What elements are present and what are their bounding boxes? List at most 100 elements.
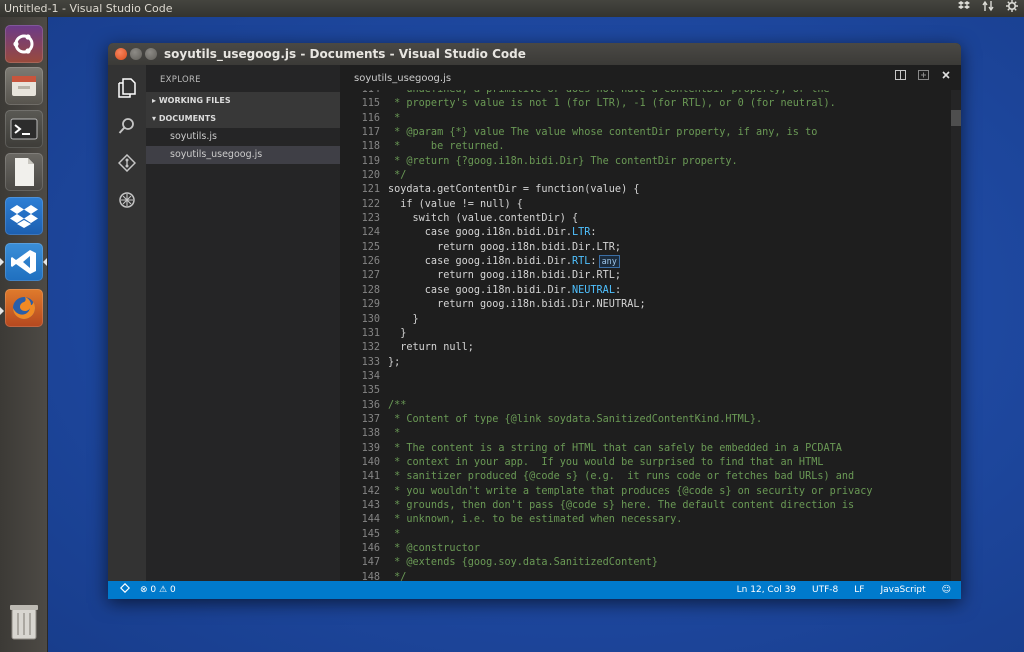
code-editor[interactable]: 114 * undefined, a primitive or does not… — [340, 90, 961, 581]
code-text: return goog.i18n.bidi.Dir.RTL; — [388, 269, 621, 283]
code-text: return null; — [388, 342, 474, 354]
editor-scrollbar[interactable] — [951, 90, 961, 581]
code-text: * property's value is not 1 (for LTR), -… — [388, 97, 836, 111]
explorer-icon[interactable] — [116, 77, 138, 99]
code-line: 115 * property's value is not 1 (for LTR… — [340, 97, 836, 111]
documents-section[interactable]: ▾ DOCUMENTS — [146, 110, 340, 128]
ubuntu-icon[interactable] — [5, 25, 43, 63]
firefox-icon[interactable] — [5, 289, 43, 327]
code-line: 138 * — [340, 427, 401, 441]
code-text: } — [388, 313, 419, 327]
code-text: * sanitizer produced {@code s} (e.g. it … — [388, 471, 855, 483]
active-indicator — [0, 258, 4, 266]
line-number: 118 — [361, 141, 380, 153]
line-number: 115 — [361, 98, 380, 110]
code-line: 123 switch (value.contentDir) { — [340, 212, 579, 226]
dropbox-icon[interactable] — [958, 0, 970, 17]
dropbox-icon[interactable] — [5, 197, 43, 235]
enum-member: RTL — [572, 256, 591, 268]
code-text: * @extends {goog.soy.data.SanitizedConte… — [388, 557, 658, 569]
line-number: 147 — [361, 557, 380, 569]
code-text: case goog.i18n.bidi.Dir. — [388, 284, 573, 296]
code-text: return goog.i18n.bidi.Dir.RTL; — [388, 270, 622, 282]
working-files-section[interactable]: ▸ WORKING FILES — [146, 92, 340, 110]
line-number: 116 — [361, 112, 380, 124]
vscode-icon[interactable] — [5, 243, 43, 281]
code-line: 147 * @extends {goog.soy.data.SanitizedC… — [340, 556, 658, 570]
code-line: 146 * @constructor — [340, 542, 480, 556]
code-text: return goog.i18n.bidi.Dir.NEUTRAL; — [388, 298, 646, 312]
chevron-right-icon: ▸ — [152, 96, 159, 105]
line-number: 139 — [361, 442, 380, 454]
window-maximize-button[interactable] — [145, 48, 157, 60]
close-editor-icon[interactable] — [941, 65, 951, 90]
terminal-icon[interactable] — [5, 110, 43, 148]
line-number: 133 — [361, 356, 380, 368]
open-changes-icon[interactable] — [918, 65, 929, 90]
network-icon[interactable] — [982, 0, 994, 17]
git-branch-icon[interactable] — [119, 581, 131, 599]
code-line: 120 */ — [340, 169, 407, 183]
code-text: }; — [388, 356, 401, 368]
code-text: : — [590, 227, 597, 239]
line-number: 120 — [361, 170, 380, 182]
encoding-selector[interactable]: UTF-8 — [812, 581, 838, 599]
enum-member: LTR — [572, 227, 591, 239]
line-number: 143 — [361, 499, 380, 511]
problems-indicator[interactable]: ⊗ 0 ⚠ 0 — [140, 581, 176, 599]
code-line: 116 * — [340, 112, 401, 126]
activity-bar — [108, 65, 146, 581]
code-text: } — [388, 327, 406, 341]
code-text: * context in your app. If you would be s… — [388, 456, 823, 470]
code-text: }; — [388, 356, 400, 370]
code-text: * @constructor — [388, 543, 481, 554]
code-line: 126 case goog.i18n.bidi.Dir.RTL: any — [340, 255, 620, 269]
window-titlebar[interactable]: soyutils_usegoog.js - Documents - Visual… — [108, 43, 961, 65]
top-panel: Untitled-1 - Visual Studio Code — [0, 0, 1024, 17]
code-text: * — [388, 427, 400, 441]
enum-member: NEUTRAL — [572, 284, 615, 296]
window-minimize-button[interactable] — [130, 48, 142, 60]
split-editor-icon[interactable] — [895, 65, 906, 90]
search-icon[interactable] — [116, 115, 138, 137]
window-title: soyutils_usegoog.js - Documents - Visual… — [164, 47, 526, 61]
files-icon[interactable] — [5, 67, 43, 105]
line-number: 123 — [361, 213, 380, 225]
editor-tab[interactable]: soyutils_usegoog.js — [354, 66, 451, 91]
power-icon[interactable] — [1006, 0, 1018, 17]
code-text: if (value != null) { — [388, 198, 523, 210]
type-hint-badge[interactable]: any — [598, 255, 620, 269]
code-line: 124 case goog.i18n.bidi.Dir.LTR: — [340, 226, 597, 240]
code-text: /** — [388, 399, 407, 411]
file-item-selected[interactable]: soyutils_usegoog.js — [146, 146, 340, 164]
code-text: return null; — [388, 341, 474, 355]
cursor-position[interactable]: Ln 12, Col 39 — [737, 581, 796, 599]
line-number: 132 — [361, 342, 380, 354]
code-text: switch (value.contentDir) { — [388, 212, 579, 226]
code-text: * @return {?goog.i18n.bidi.Dir} The cont… — [388, 155, 737, 169]
line-number: 124 — [361, 227, 380, 239]
error-count: 0 — [150, 585, 157, 595]
feedback-smiley-icon[interactable]: ☺ — [942, 581, 951, 599]
window-close-button[interactable] — [115, 48, 127, 60]
trash-icon[interactable] — [5, 600, 43, 642]
scrollbar-thumb[interactable] — [951, 110, 961, 126]
code-text: * unknown, i.e. to be estimated when nec… — [388, 513, 682, 527]
file-item[interactable]: soyutils.js — [146, 128, 340, 146]
working-files-label: WORKING FILES — [158, 96, 231, 105]
code-text: */ — [388, 169, 406, 183]
code-line: 121 soydata.getContentDir = function(valu… — [340, 183, 640, 197]
code-text: * @param {*} value The value whose conte… — [388, 126, 817, 140]
text-editor-icon[interactable] — [5, 153, 43, 191]
line-number: 117 — [361, 127, 380, 139]
code-line: 128 case goog.i18n.bidi.Dir.NEUTRAL: — [340, 284, 622, 298]
code-text: * be returned. — [388, 141, 505, 153]
debug-icon[interactable] — [116, 189, 138, 211]
launcher — [0, 17, 48, 652]
code-text: * — [388, 528, 401, 540]
eol-selector[interactable]: LF — [854, 581, 864, 599]
git-icon[interactable] — [116, 152, 138, 174]
code-text: return goog.i18n.bidi.Dir.NEUTRAL; — [388, 299, 646, 311]
line-number: 125 — [361, 241, 380, 253]
language-selector[interactable]: JavaScript — [880, 581, 925, 599]
